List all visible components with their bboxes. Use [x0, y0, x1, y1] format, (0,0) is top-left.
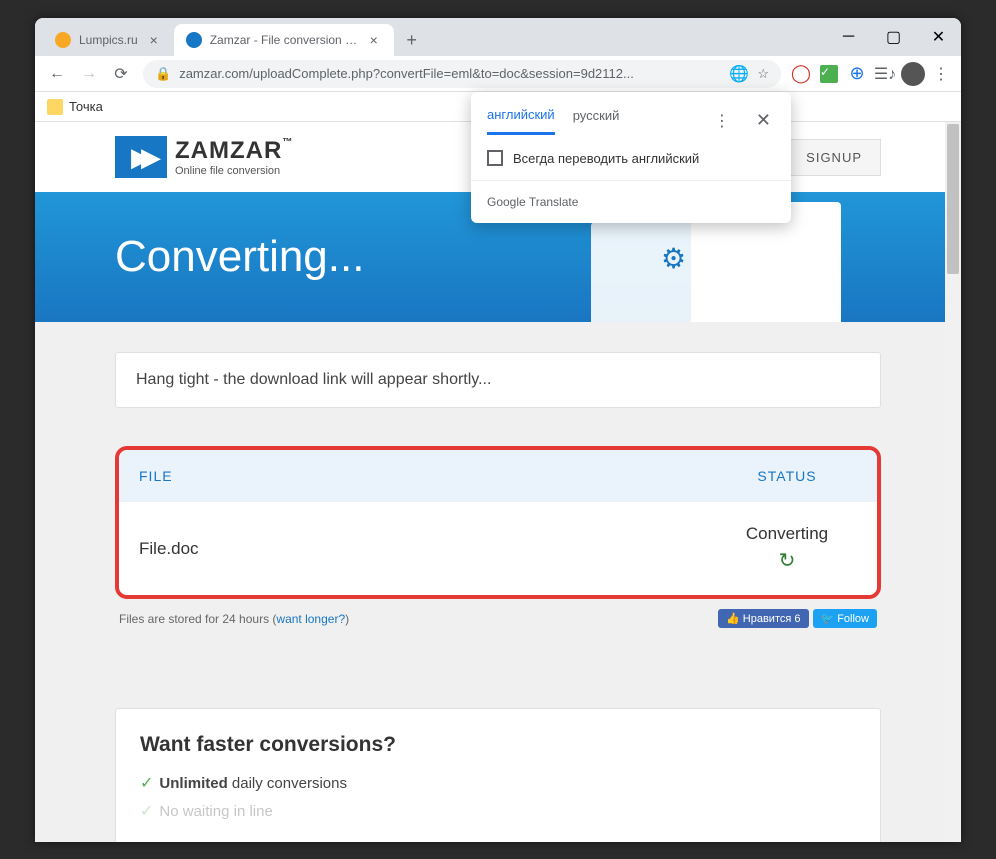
browser-window: Lumpics.ru × Zamzar - File conversion pr… [35, 18, 961, 842]
window-controls: ─ ▢ ✕ [826, 18, 961, 56]
always-translate-label: Всегда переводить английский [513, 151, 699, 166]
check-icon: ✓ [140, 801, 153, 821]
logo-icon: ▶▶ [115, 136, 167, 178]
folder-icon [47, 99, 63, 115]
extension-check-icon[interactable]: ✓ [817, 62, 841, 86]
feature-item: ✓ Unlimited daily conversions [140, 769, 856, 797]
lock-icon: 🔒 [155, 66, 171, 82]
maximize-button[interactable]: ▢ [871, 18, 916, 56]
header-file: FILE [139, 468, 717, 484]
thumb-icon: 👍 [726, 612, 740, 625]
favicon-icon [55, 32, 71, 48]
twitter-follow-button[interactable]: 🐦Follow [813, 609, 878, 628]
close-button[interactable]: ✕ [916, 18, 961, 56]
close-icon[interactable]: × [146, 32, 162, 48]
feature-item: ✓ No waiting in line [140, 797, 856, 825]
address-bar[interactable]: 🔒 zamzar.com/uploadComplete.php?convertF… [143, 60, 781, 88]
minimize-button[interactable]: ─ [826, 18, 871, 56]
file-name: File.doc [139, 539, 717, 559]
logo[interactable]: ▶▶ ZAMZAR™ Online file conversion [115, 136, 293, 178]
menu-icon[interactable]: ⋮ [929, 62, 953, 86]
new-tab-button[interactable]: + [398, 26, 426, 54]
always-translate-checkbox[interactable] [487, 150, 503, 166]
twitter-icon: 🐦 [821, 612, 835, 625]
check-icon: ✓ [140, 773, 153, 793]
page-content: ▶▶ ZAMZAR™ Online file conversion SIGNUP… [35, 122, 961, 842]
close-icon[interactable]: ✕ [752, 106, 775, 135]
want-longer-link[interactable]: want longer? [276, 612, 345, 626]
titlebar: Lumpics.ru × Zamzar - File conversion pr… [35, 18, 961, 56]
table-header: FILE STATUS [119, 450, 877, 502]
translate-popup: английский русский ⋮ ✕ Всегда переводить… [471, 92, 791, 223]
scroll-thumb[interactable] [947, 124, 959, 274]
favicon-icon [186, 32, 202, 48]
toolbar: ← → ⟳ 🔒 zamzar.com/uploadComplete.php?co… [35, 56, 961, 92]
translate-tabs: английский русский ⋮ ✕ [471, 92, 791, 135]
reading-list-icon[interactable]: ☰♪ [873, 62, 897, 86]
google-translate-label: Google Translate [487, 195, 578, 209]
file-status: Converting ↻ [717, 524, 857, 573]
status-text: Converting [746, 524, 828, 544]
scrollbar[interactable] [945, 122, 961, 842]
status-message: Hang tight - the download link will appe… [115, 352, 881, 408]
table-row: File.doc Converting ↻ [119, 502, 877, 595]
translate-body: Всегда переводить английский [471, 135, 791, 180]
tab-title: Zamzar - File conversion progres [210, 33, 358, 47]
back-button[interactable]: ← [43, 60, 71, 88]
signup-button[interactable]: SIGNUP [787, 139, 881, 176]
logo-name: ZAMZAR™ [175, 137, 293, 165]
tab-zamzar[interactable]: Zamzar - File conversion progres × [174, 24, 394, 56]
tab-lumpics[interactable]: Lumpics.ru × [43, 24, 174, 56]
url-text: zamzar.com/uploadComplete.php?convertFil… [179, 66, 721, 81]
extension-opera-icon[interactable]: ◯ [789, 62, 813, 86]
bookmark-item[interactable]: Точка [69, 99, 103, 114]
faster-title: Want faster conversions? [140, 733, 856, 757]
gear-icon: ⚙ [661, 242, 691, 272]
storage-info: Files are stored for 24 hours (want long… [115, 609, 881, 628]
close-icon[interactable]: × [366, 32, 382, 48]
translate-menu-icon[interactable]: ⋮ [710, 107, 734, 135]
forward-button[interactable]: → [75, 60, 103, 88]
faster-conversions-box: Want faster conversions? ✓ Unlimited dai… [115, 708, 881, 842]
file-table: FILE STATUS File.doc Converting ↻ [115, 446, 881, 599]
translate-icon[interactable]: 🌐 [729, 64, 749, 84]
storage-text: Files are stored for 24 hours ( [119, 612, 276, 626]
translate-tab-target[interactable]: русский [573, 108, 620, 133]
spinner-icon: ↻ [779, 548, 796, 573]
header-status: STATUS [717, 468, 857, 484]
logo-subtitle: Online file conversion [175, 165, 293, 177]
translate-tab-source[interactable]: английский [487, 107, 555, 135]
main-content: Hang tight - the download link will appe… [35, 322, 961, 842]
social-buttons: 👍Нравится 6 🐦Follow [718, 609, 877, 628]
star-icon[interactable]: ☆ [757, 66, 769, 82]
translate-footer: Google Translate [471, 180, 791, 223]
reload-button[interactable]: ⟳ [107, 60, 135, 88]
facebook-like-button[interactable]: 👍Нравится 6 [718, 609, 808, 628]
profile-avatar[interactable] [901, 62, 925, 86]
extension-globe-icon[interactable]: ⊕ [845, 62, 869, 86]
hero-title: Converting... [115, 232, 364, 282]
tab-title: Lumpics.ru [79, 33, 138, 47]
